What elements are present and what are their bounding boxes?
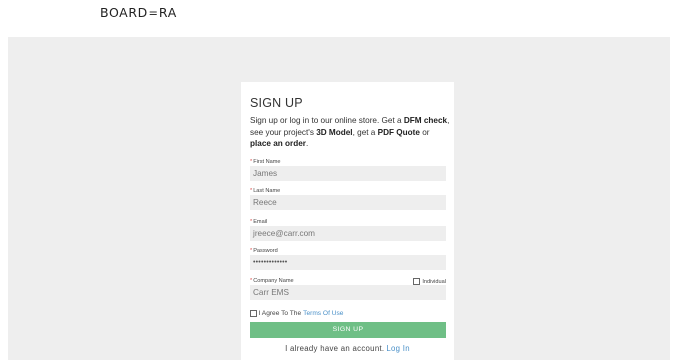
brand-logo[interactable]: BOARD=RA bbox=[100, 5, 177, 20]
page-background: SIGN UP Sign up or log in to our online … bbox=[8, 37, 670, 364]
login-prompt: I already have an account. Log In bbox=[285, 344, 410, 353]
top-bar: BOARD=RA bbox=[0, 0, 675, 36]
password-input[interactable]: ••••••••••••• bbox=[250, 255, 446, 270]
checkbox-icon bbox=[413, 278, 421, 285]
password-label: *Password bbox=[250, 248, 278, 254]
first-name-input[interactable]: James bbox=[250, 166, 446, 181]
sign-up-button[interactable]: SIGN UP bbox=[250, 322, 446, 338]
terms-of-use-link[interactable]: Terms Of Use bbox=[303, 310, 343, 317]
email-input[interactable]: jreece@carr.com bbox=[250, 226, 446, 241]
signup-card: SIGN UP Sign up or log in to our online … bbox=[241, 82, 454, 364]
company-name-label: *Company Name bbox=[250, 278, 294, 284]
first-name-label: *First Name bbox=[250, 159, 281, 165]
log-in-link[interactable]: Log In bbox=[386, 344, 409, 353]
company-name-input[interactable]: Carr EMS bbox=[250, 285, 446, 300]
last-name-label: *Last Name bbox=[250, 188, 281, 194]
terms-agreement[interactable]: I Agree To The Terms Of Use bbox=[250, 310, 343, 317]
form-title: SIGN UP bbox=[250, 96, 303, 110]
checkbox-icon bbox=[250, 310, 257, 317]
email-label: *Email bbox=[250, 219, 268, 225]
individual-checkbox[interactable]: Individual bbox=[413, 278, 446, 285]
form-description: Sign up or log in to our online store. G… bbox=[250, 116, 450, 148]
last-name-input[interactable]: Reece bbox=[250, 195, 446, 210]
